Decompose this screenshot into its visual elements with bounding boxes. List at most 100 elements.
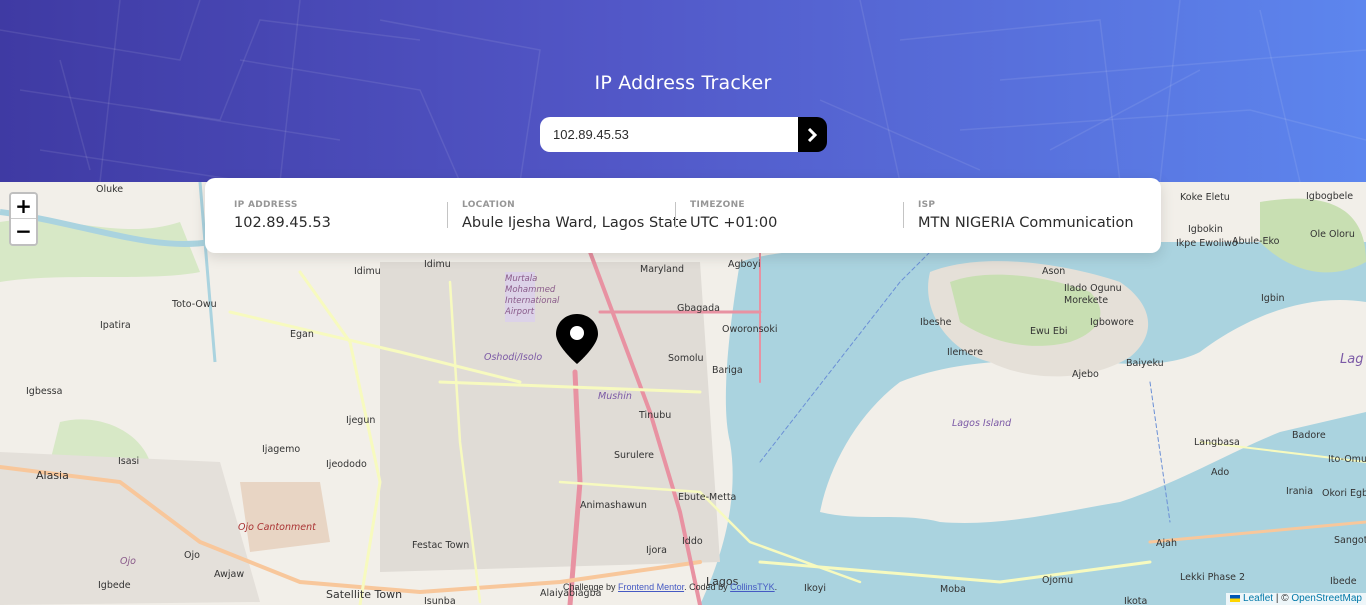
map-place-label: Ilado Ogunu <box>1064 283 1122 294</box>
credit-prefix: Challenge by <box>563 582 619 592</box>
header: IP Address Tracker <box>0 0 1366 182</box>
map-place-label: Egan <box>290 329 314 340</box>
map-place-label: Ikoyi <box>804 583 827 594</box>
map-place-label: Irania <box>1286 486 1314 497</box>
map-place-label: Igbogbele <box>1306 191 1354 202</box>
info-divider <box>447 202 448 228</box>
map-place-label: Oluke <box>96 184 124 195</box>
map-place-label: Ojo <box>120 556 136 567</box>
map-place-label: Lag <box>1340 352 1364 367</box>
info-value: 102.89.45.53 <box>234 215 331 231</box>
map-place-label: Mushin <box>598 391 632 402</box>
location-marker-icon[interactable] <box>556 314 598 368</box>
zoom-in-button[interactable]: + <box>11 194 36 219</box>
map-place-label: Ojo <box>184 550 200 561</box>
map-place-label: Ojo Cantonment <box>238 522 316 533</box>
info-value: Abule Ijesha Ward, Lagos State <box>462 215 688 231</box>
map-pin-icon <box>556 314 598 364</box>
attribution-credit: Challenge by Frontend Mentor. Coded by C… <box>563 582 777 592</box>
map-attribution: Leaflet | © OpenStreetMap <box>1226 593 1366 605</box>
map-place-label: Somolu <box>668 353 704 364</box>
map-place-label: Ikpe Ewoliwo <box>1176 238 1238 249</box>
map-place-label: Ajah <box>1156 538 1177 549</box>
map-place-label: Ebute-Metta <box>678 492 737 503</box>
map-place-label: Igbokin <box>1188 224 1223 235</box>
info-location: LOCATION Abule Ijesha Ward, Lagos State <box>462 178 687 253</box>
map-place-label: Ason <box>1042 266 1066 277</box>
map-place-label: Toto-Owu <box>172 299 217 310</box>
ip-info-card: IP ADDRESS 102.89.45.53 LOCATION Abule I… <box>205 178 1161 253</box>
map-place-label: Ibede <box>1330 576 1357 587</box>
info-label: TIMEZONE <box>690 200 745 210</box>
zoom-out-button[interactable]: − <box>11 219 36 244</box>
map-place-label: Maryland <box>640 264 685 275</box>
info-isp: ISP MTN NIGERIA Communication <box>918 178 1153 253</box>
map-place-label: Isasi <box>118 456 140 467</box>
search-form <box>540 117 827 152</box>
map-place-label: Ipatira <box>100 320 131 331</box>
map-place-label: Tinubu <box>639 410 672 421</box>
chevron-right-icon <box>807 127 818 142</box>
map-place-label: Ito-Omu <box>1328 454 1366 465</box>
map-place-label: Oshodi/Isolo <box>484 352 543 363</box>
openstreetmap-link[interactable]: OpenStreetMap <box>1291 593 1362 604</box>
info-label: ISP <box>918 200 936 210</box>
map-place-label: Alasia <box>36 469 69 482</box>
map-place-label: Koke Eletu <box>1180 192 1230 203</box>
map-place-label: Ado <box>1211 467 1230 478</box>
map-place-label: Ijegun <box>346 415 376 426</box>
map-place-label: Igbessa <box>26 386 63 397</box>
map-place-label: Lekki Phase 2 <box>1180 572 1246 583</box>
leaflet-link[interactable]: Leaflet <box>1243 593 1273 604</box>
info-divider <box>903 202 904 228</box>
map-place-label: Gbagada <box>677 303 720 314</box>
map-place-label: Morekete <box>1064 295 1109 306</box>
search-submit-button[interactable] <box>798 117 827 152</box>
map-place-label: Lagos Island <box>952 418 1012 429</box>
map-place-label: Okori Egbori <box>1322 488 1366 499</box>
info-value: MTN NIGERIA Communication <box>918 215 1134 231</box>
map-place-label: Ojomu <box>1042 575 1074 586</box>
map-place-label: Ijora <box>646 545 667 556</box>
frontend-mentor-link[interactable]: Frontend Mentor <box>618 582 684 592</box>
page-title: IP Address Tracker <box>594 72 772 94</box>
info-label: LOCATION <box>462 200 516 210</box>
map-place-label: Isunba <box>424 596 456 605</box>
map-place-label: Abule-Eko <box>1232 236 1280 247</box>
map-place-label: Baiyeku <box>1126 358 1164 369</box>
map-place-label: Igbin <box>1261 293 1285 304</box>
author-link[interactable]: CollinsTYK <box>730 582 775 592</box>
map-place-label: Ibeshe <box>920 317 952 328</box>
map-place-label: Ijagemo <box>262 444 301 455</box>
map-place-label: Animashawun <box>580 500 647 511</box>
map-place-label: Ikota <box>1124 596 1148 605</box>
map-place-label: Awjaw <box>214 569 245 580</box>
info-timezone: TIMEZONE UTC +01:00 <box>690 178 900 253</box>
map-place-label: Ole Oloru <box>1310 229 1355 240</box>
map-place-label: Idimu <box>354 266 381 277</box>
map-place-label: Festac Town <box>412 540 470 551</box>
info-divider <box>675 202 676 228</box>
map-place-label: Idimu <box>424 259 451 270</box>
ukraine-flag-icon <box>1230 594 1241 602</box>
map-place-label: Ewu Ebi <box>1030 326 1068 337</box>
ip-search-input[interactable] <box>540 117 798 152</box>
attribution-separator: | © <box>1273 593 1292 604</box>
map-place-label: Moba <box>940 584 966 595</box>
credit-mid: . Coded by <box>684 582 731 592</box>
map-place-label: Ilemere <box>947 347 983 358</box>
map-place-label: Igbowore <box>1090 317 1134 328</box>
map-place-label: Sangote <box>1334 535 1366 546</box>
map-place-label: Oworonsoki <box>722 324 778 335</box>
map-place-label: Ijeododo <box>326 459 367 470</box>
map-place-label: Igbede <box>98 580 131 591</box>
map-place-label: Surulere <box>614 450 655 461</box>
map-place-label: Langbasa <box>1194 437 1240 448</box>
credit-suffix: . <box>774 582 778 592</box>
info-value: UTC +01:00 <box>690 215 778 231</box>
map-place-label: Murtala Mohammed International Airport <box>505 274 560 317</box>
map-place-label: Ajebo <box>1072 369 1099 380</box>
map-place-label: Bariga <box>712 365 743 376</box>
map-place-label: Iddo <box>682 536 703 547</box>
map-place-label: Satellite Town <box>326 588 403 601</box>
